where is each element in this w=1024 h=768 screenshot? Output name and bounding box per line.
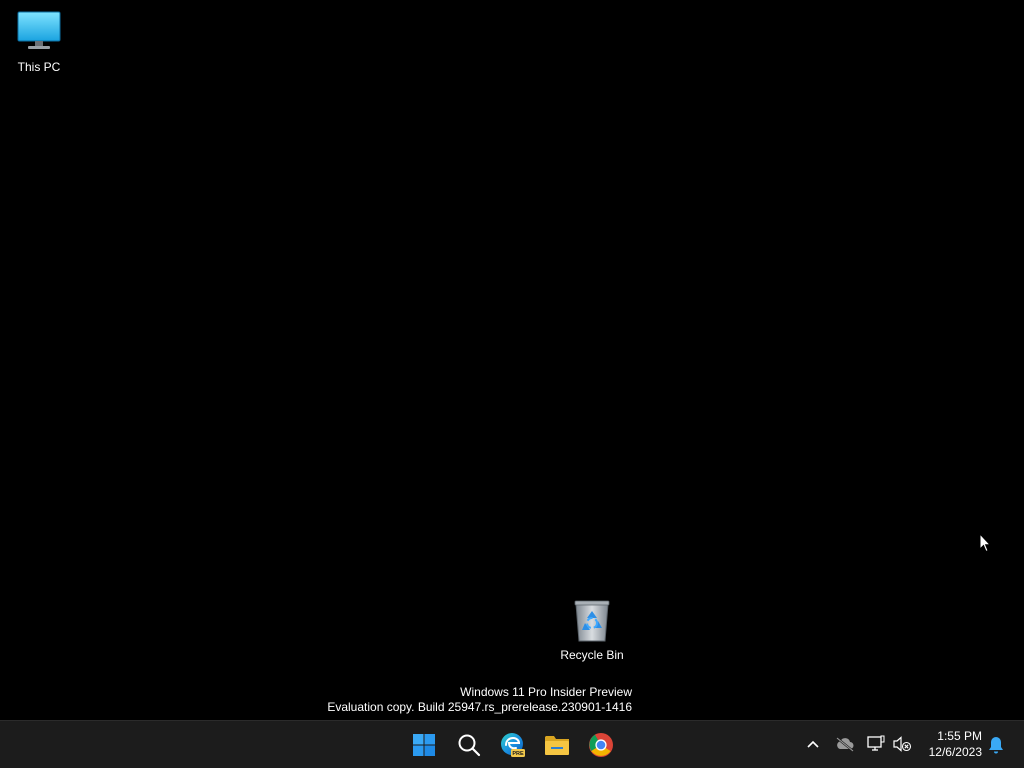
windows-logo-icon	[413, 734, 435, 756]
show-hidden-icons-button[interactable]	[802, 733, 824, 755]
search-button[interactable]	[449, 725, 489, 765]
start-button[interactable]	[404, 725, 444, 765]
volume-muted-icon	[893, 736, 912, 752]
monitor-icon	[15, 8, 63, 56]
bell-icon	[989, 737, 1003, 754]
desktop[interactable]: This PC Recycle Bin Windows 11 Pro Insid…	[0, 0, 1024, 720]
file-explorer-button[interactable]	[537, 725, 577, 765]
recycle-bin-icon	[568, 596, 616, 644]
chevron-up-icon	[807, 740, 819, 748]
evaluation-watermark: Windows 11 Pro Insider Preview Evaluatio…	[327, 685, 632, 715]
clock-button[interactable]: 1:55 PM 12/6/2023	[918, 728, 982, 760]
notifications-button[interactable]	[986, 735, 1006, 755]
search-icon	[458, 734, 481, 757]
volume-button[interactable]	[891, 733, 913, 755]
desktop-icon-this-pc[interactable]: This PC	[1, 8, 77, 74]
onedrive-status-button[interactable]	[834, 733, 856, 755]
clock-time: 1:55 PM	[937, 729, 982, 743]
chrome-icon	[589, 733, 613, 757]
network-status-button[interactable]	[865, 733, 887, 755]
network-icon	[867, 735, 885, 751]
cloud-offline-icon	[836, 737, 854, 752]
watermark-line-edition: Windows 11 Pro Insider Preview	[460, 685, 632, 699]
svg-text:PRE: PRE	[512, 751, 524, 757]
folder-icon	[545, 736, 569, 755]
edge-button[interactable]: PRE	[493, 725, 533, 765]
chrome-button[interactable]	[581, 725, 621, 765]
mouse-pointer-icon	[979, 532, 992, 553]
taskbar: PRE 1:55 PM 12/6/2023	[0, 720, 1024, 768]
desktop-icon-recycle-bin[interactable]: Recycle Bin	[554, 596, 630, 662]
clock-date: 12/6/2023	[928, 745, 982, 759]
watermark-line-build: Evaluation copy. Build 25947.rs_prerelea…	[327, 700, 632, 714]
desktop-icon-label: This PC	[17, 60, 61, 74]
desktop-icon-label: Recycle Bin	[560, 648, 624, 662]
edge-icon: PRE	[501, 733, 525, 757]
